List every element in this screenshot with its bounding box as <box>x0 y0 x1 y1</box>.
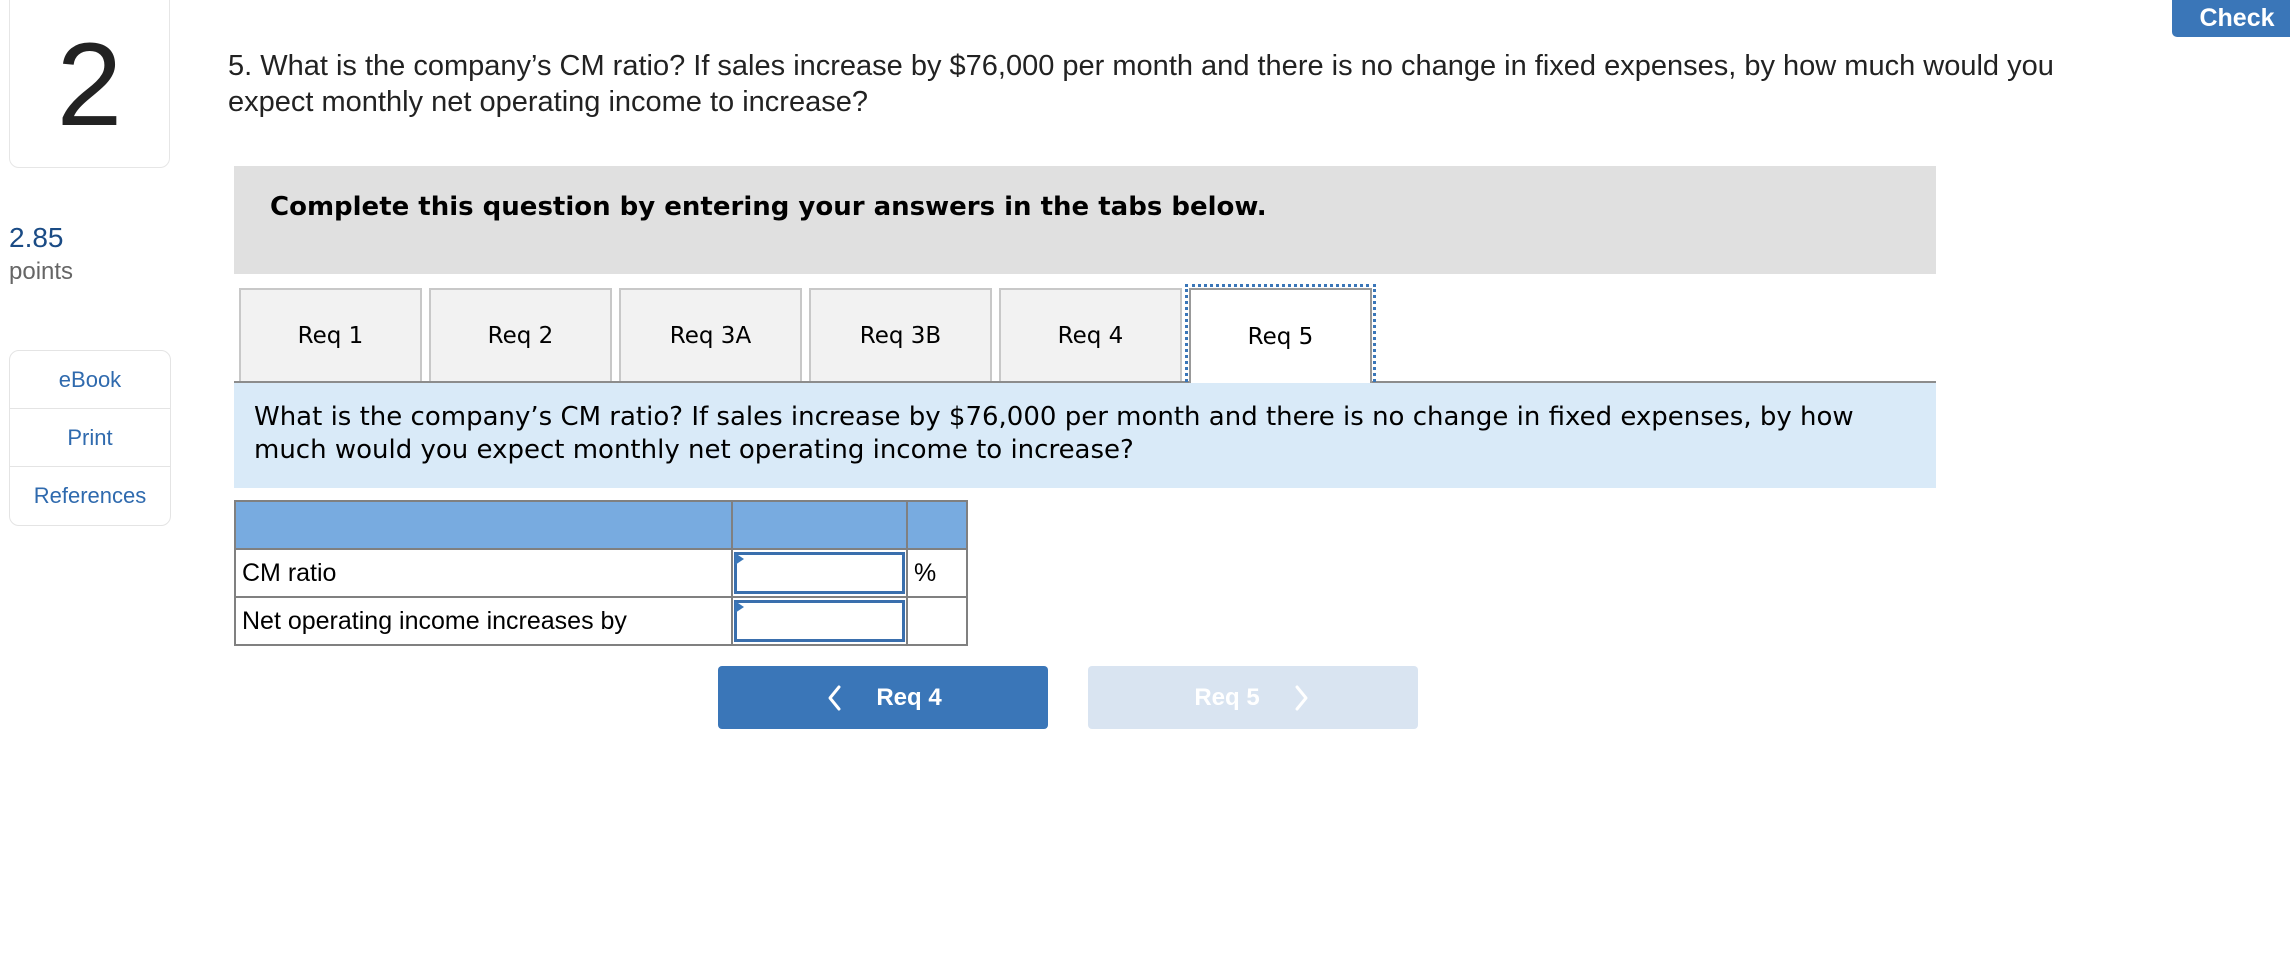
chevron-left-icon <box>828 685 841 710</box>
instructions-box: Complete this question by entering your … <box>234 166 1936 274</box>
next-req-label: Req 5 <box>1194 683 1260 711</box>
table-header-row <box>234 500 968 550</box>
header-cell <box>234 500 733 550</box>
unit-cell <box>906 596 968 646</box>
instructions-text: Complete this question by entering your … <box>270 192 1267 222</box>
check-button-label: Check <box>2199 4 2275 32</box>
question-number: 2 <box>56 19 123 151</box>
header-cell <box>906 500 968 550</box>
row-label-noi-increase: Net operating income increases by <box>234 596 733 646</box>
input-flag-icon <box>735 553 744 565</box>
requirement-prompt: What is the company’s CM ratio? If sales… <box>254 402 1854 465</box>
references-link[interactable]: References <box>10 467 170 525</box>
print-link[interactable]: Print <box>10 409 170 467</box>
input-cell <box>731 596 908 646</box>
prev-req-button[interactable]: Req 4 <box>718 666 1048 729</box>
requirement-prompt-box: What is the company’s CM ratio? If sales… <box>234 383 1936 488</box>
tab-req-1[interactable]: Req 1 <box>239 288 422 381</box>
points-value: 2.85 <box>9 222 64 253</box>
question-text: 5. What is the company’s CM ratio? If sa… <box>228 50 2054 118</box>
tab-req-2[interactable]: Req 2 <box>429 288 612 381</box>
tab-label: Req 5 <box>1247 323 1314 350</box>
ebook-link[interactable]: eBook <box>10 351 170 409</box>
question-number-box: 2 <box>9 0 170 168</box>
requirement-tabs: Req 1 Req 2 Req 3A Req 3B Req 4 Req 5 <box>234 284 1936 387</box>
tab-label: Req 1 <box>297 322 364 349</box>
points-label: points <box>9 258 74 285</box>
tab-req-5[interactable]: Req 5 <box>1185 284 1376 387</box>
tab-label: Req 3A <box>669 322 752 349</box>
noi-increase-input[interactable] <box>734 600 905 642</box>
tab-label: Req 2 <box>487 322 554 349</box>
input-cell <box>731 548 908 598</box>
prev-req-label: Req 4 <box>876 683 942 711</box>
resource-links: eBook Print References <box>9 350 171 526</box>
row-label-cm-ratio: CM ratio <box>234 548 733 598</box>
next-req-button[interactable]: Req 5 <box>1088 666 1418 729</box>
input-flag-icon <box>735 601 744 613</box>
tab-label: Req 3B <box>859 322 942 349</box>
header-cell <box>731 500 908 550</box>
check-button[interactable]: Check <box>2172 0 2290 37</box>
chevron-right-icon <box>1295 685 1308 710</box>
unit-percent: % <box>906 548 968 598</box>
table-row: Net operating income increases by <box>234 596 968 646</box>
table-row: CM ratio % <box>234 548 968 598</box>
answer-table: CM ratio % Net operating income increase… <box>234 500 968 646</box>
tab-req-4[interactable]: Req 4 <box>999 288 1182 381</box>
tab-req-3a[interactable]: Req 3A <box>619 288 802 381</box>
tab-req-3b[interactable]: Req 3B <box>809 288 992 381</box>
cm-ratio-input[interactable] <box>734 552 905 594</box>
tab-label: Req 4 <box>1057 322 1124 349</box>
